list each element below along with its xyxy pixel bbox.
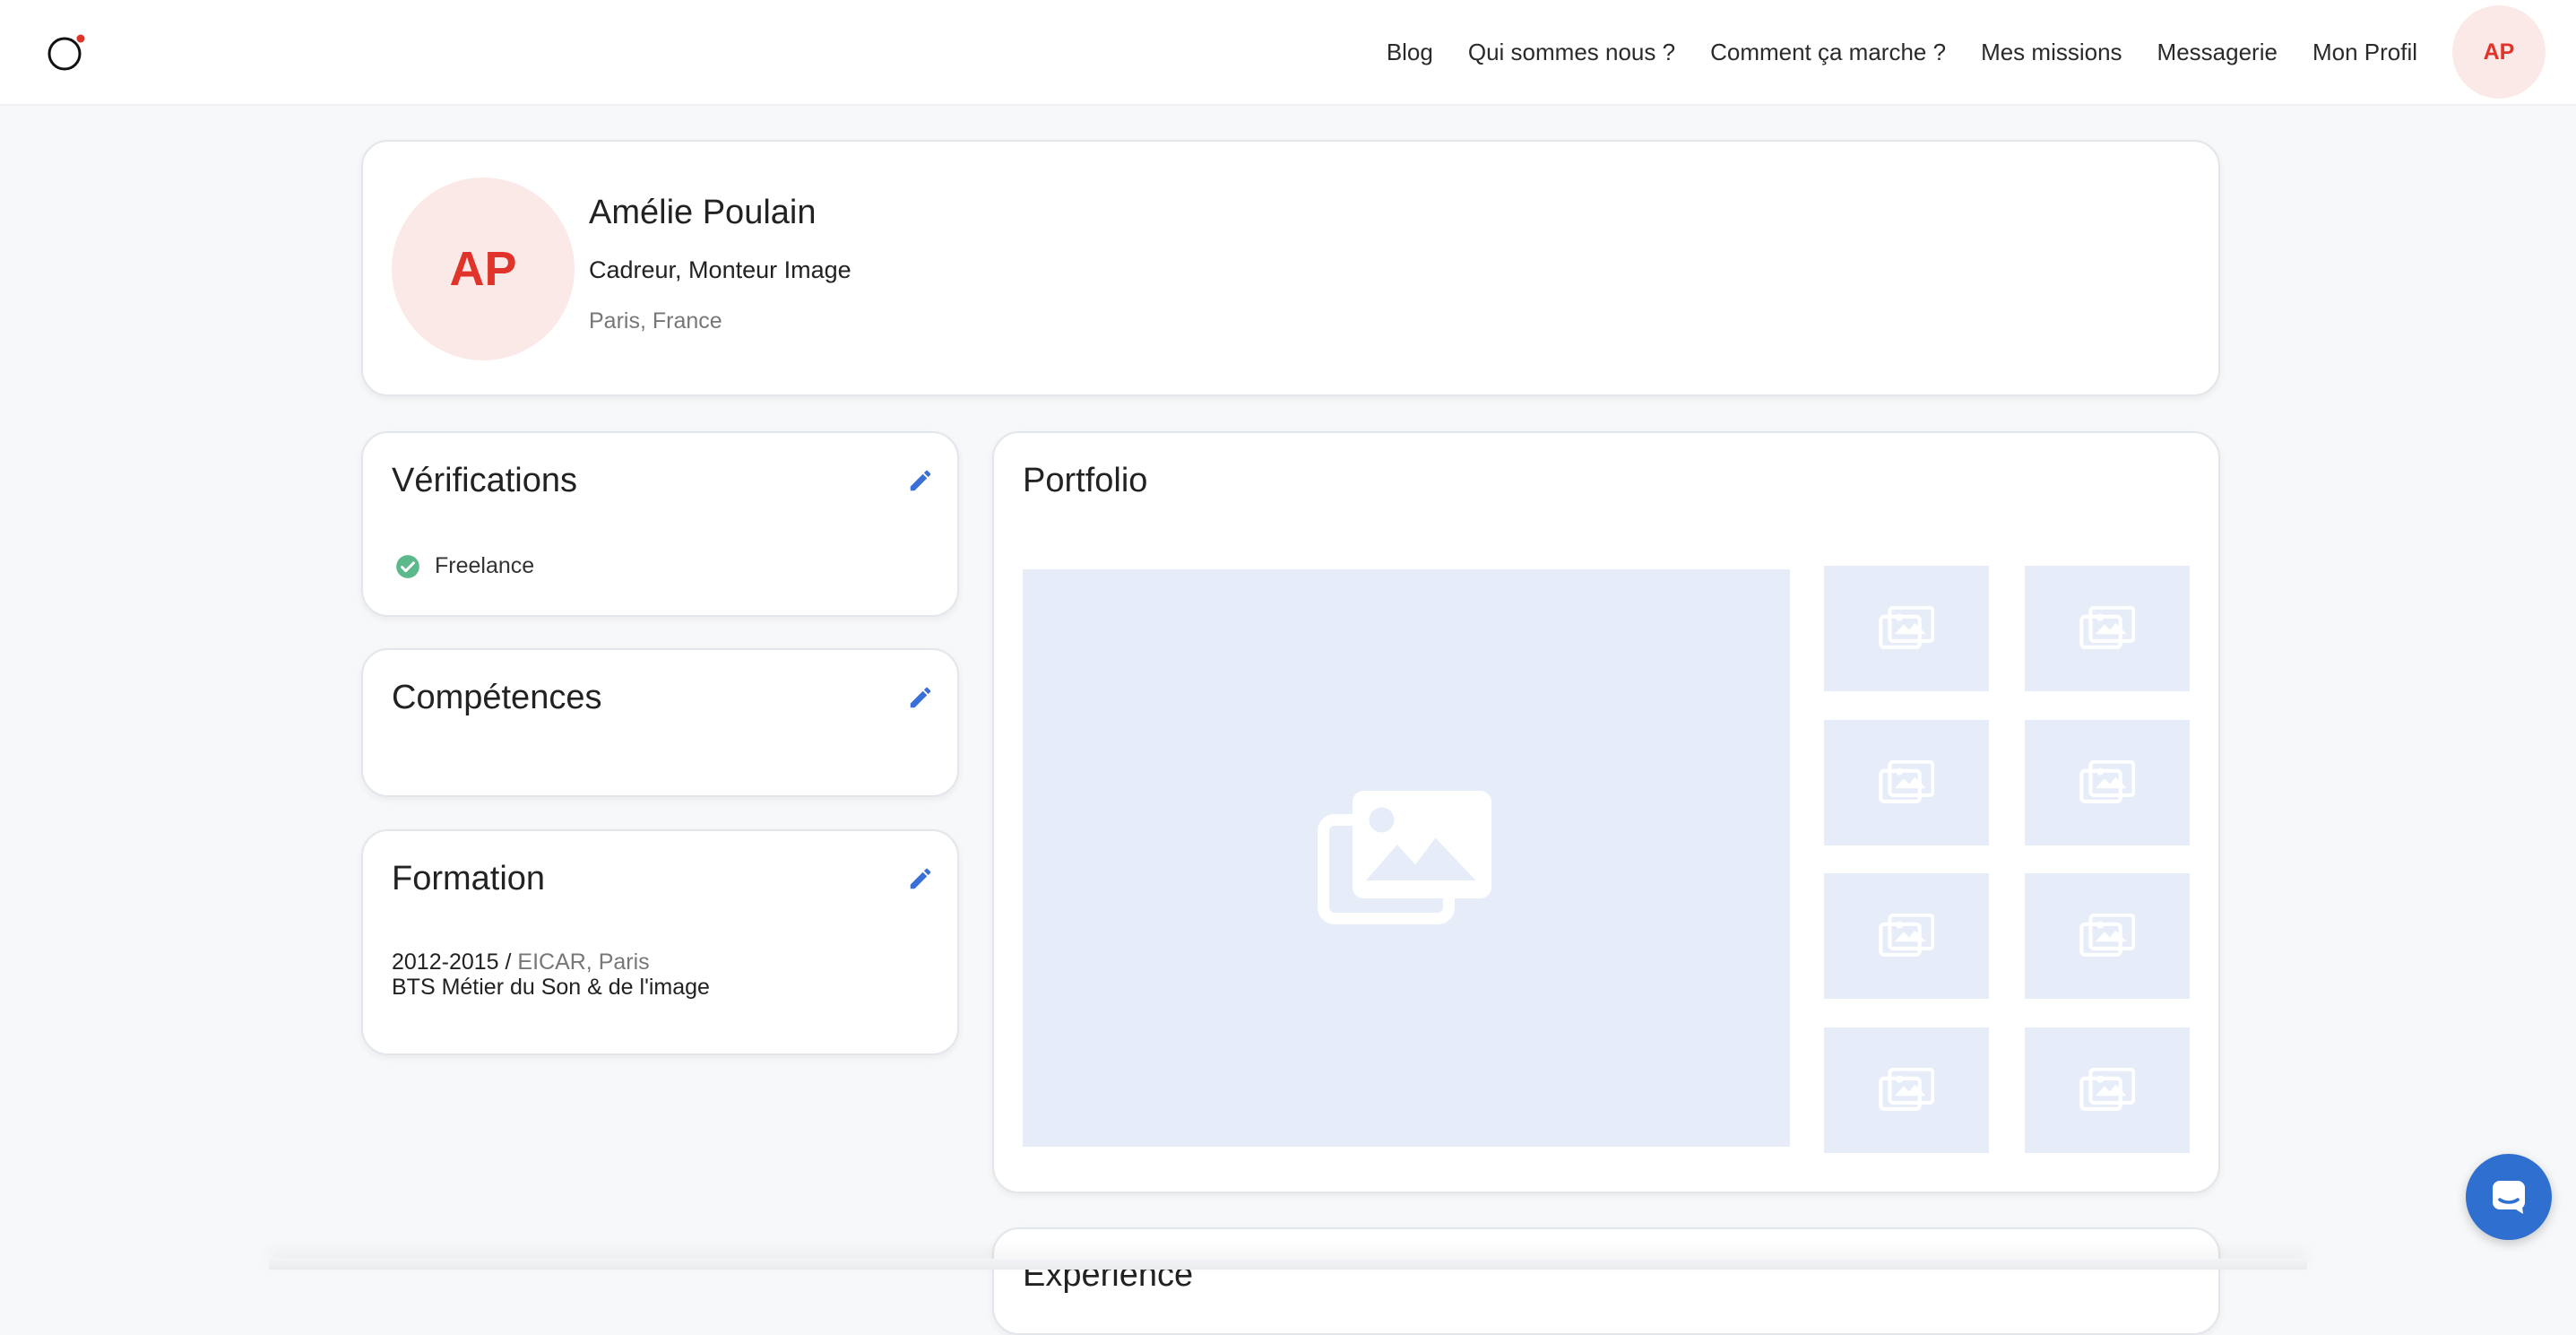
portfolio-thumbnail[interactable]	[2025, 873, 2190, 999]
formation-title: Formation	[392, 860, 546, 897]
portfolio-title: Portfolio	[1023, 462, 1148, 499]
formation-entry: 2012-2015 / EICAR, Paris	[392, 949, 650, 975]
nav-mon-profil[interactable]: Mon Profil	[2312, 39, 2417, 66]
formation-school: EICAR, Paris	[517, 949, 650, 975]
competences-title: Compétences	[392, 679, 602, 716]
verifications-title: Vérifications	[392, 462, 577, 499]
top-navbar: Blog Qui sommes nous ? Comment ça marche…	[0, 0, 2576, 106]
verification-label: Freelance	[435, 553, 535, 578]
portfolio-thumbnail[interactable]	[2025, 1027, 2190, 1153]
image-placeholder-icon	[1879, 914, 1934, 957]
experience-card: Expérience	[992, 1227, 2220, 1335]
profile-role: Cadreur, Monteur Image	[589, 256, 851, 283]
portfolio-thumbnail[interactable]	[2025, 720, 2190, 845]
nav-qui-sommes-nous[interactable]: Qui sommes nous ?	[1468, 39, 1675, 66]
nav-comment-ca-marche[interactable]: Comment ça marche ?	[1710, 39, 1946, 66]
edit-competences-icon[interactable]	[907, 684, 934, 711]
nav-mes-missions[interactable]: Mes missions	[1981, 39, 2122, 66]
formation-years: 2012-2015 /	[392, 949, 518, 975]
nav-blog[interactable]: Blog	[1387, 39, 1433, 66]
edit-verifications-icon[interactable]	[907, 467, 934, 494]
portfolio-thumbnail[interactable]	[2025, 566, 2190, 691]
logo-icon[interactable]	[47, 34, 86, 74]
image-placeholder-icon	[2079, 760, 2135, 803]
verifications-card: Vérifications Freelance	[361, 431, 959, 617]
image-placeholder-icon	[1879, 1068, 1934, 1111]
profile-avatar: AP	[392, 178, 575, 360]
portfolio-main-image[interactable]	[1023, 569, 1790, 1147]
formation-degree: BTS Métier du Son & de l'image	[392, 975, 710, 1000]
edit-formation-icon[interactable]	[907, 865, 934, 892]
portfolio-thumbnail[interactable]	[1824, 566, 1989, 691]
profile-location: Paris, France	[589, 308, 722, 334]
portfolio-thumbnail[interactable]	[1824, 1027, 1989, 1153]
bottom-overlay-bar	[269, 1259, 2307, 1270]
profile-name: Amélie Poulain	[589, 194, 817, 231]
images-icon	[1318, 791, 1491, 924]
user-avatar[interactable]: AP	[2452, 5, 2546, 99]
portfolio-thumbnail[interactable]	[1824, 720, 1989, 845]
portfolio-card: Portfolio	[992, 431, 2220, 1193]
image-placeholder-icon	[1879, 606, 1934, 649]
verification-item-freelance: Freelance	[395, 553, 534, 579]
image-placeholder-icon	[1879, 760, 1934, 803]
image-placeholder-icon	[2079, 1068, 2135, 1111]
portfolio-thumbnail[interactable]	[1824, 873, 1989, 999]
chat-launcher-button[interactable]	[2466, 1154, 2552, 1240]
main-nav: Blog Qui sommes nous ? Comment ça marche…	[1387, 0, 2576, 104]
formation-card: Formation 2012-2015 / EICAR, Paris BTS M…	[361, 829, 959, 1055]
profile-card: AP Amélie Poulain Cadreur, Monteur Image…	[361, 140, 2220, 396]
chat-icon	[2493, 1181, 2525, 1214]
check-circle-icon	[396, 554, 419, 578]
image-placeholder-icon	[2079, 606, 2135, 649]
nav-messagerie[interactable]: Messagerie	[2157, 39, 2278, 66]
image-placeholder-icon	[2079, 914, 2135, 957]
competences-card: Compétences	[361, 648, 959, 797]
